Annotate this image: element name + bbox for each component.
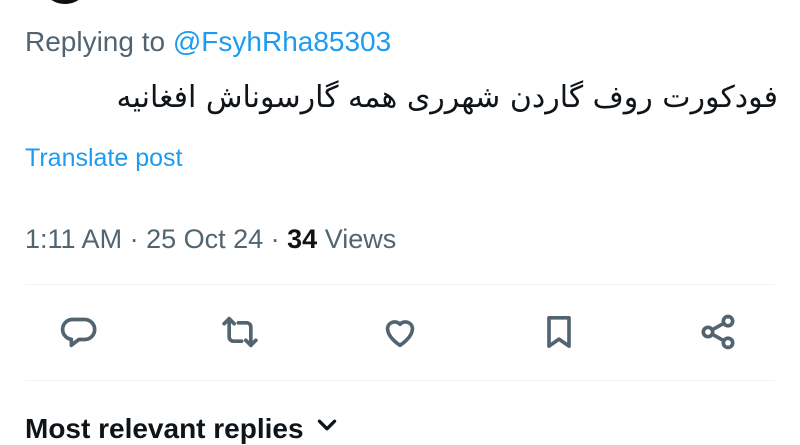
- chevron-down-icon: [314, 412, 340, 445]
- divider: [25, 380, 775, 381]
- like-button[interactable]: [376, 310, 424, 358]
- meta-separator: ·: [263, 224, 288, 254]
- divider: [25, 284, 775, 285]
- views-count: 34: [287, 224, 318, 254]
- action-bar: [0, 300, 800, 370]
- replying-to: Replying to @FsyhRha85303: [25, 26, 391, 58]
- reply-button[interactable]: [54, 310, 102, 358]
- meta-separator: ·: [122, 224, 147, 254]
- retweet-button[interactable]: [216, 310, 264, 358]
- replying-prefix: Replying to: [25, 26, 173, 57]
- reply-icon: [58, 312, 98, 357]
- replying-handle-link[interactable]: @FsyhRha85303: [173, 26, 391, 57]
- share-button[interactable]: [694, 310, 742, 358]
- share-icon: [698, 312, 738, 357]
- heart-icon: [380, 312, 420, 357]
- bookmark-icon: [539, 312, 579, 357]
- views-label: Views: [317, 224, 397, 254]
- retweet-icon: [220, 312, 260, 357]
- post-time[interactable]: 1:11 AM: [25, 224, 122, 254]
- post-date[interactable]: 25 Oct 24: [146, 224, 263, 254]
- replies-sort-dropdown[interactable]: Most relevant replies: [25, 412, 340, 445]
- replies-sort-label: Most relevant replies: [25, 412, 304, 444]
- post-meta: 1:11 AM · 25 Oct 24 · 34 Views: [25, 224, 396, 255]
- bookmark-button[interactable]: [535, 310, 583, 358]
- translate-post-link[interactable]: Translate post: [25, 144, 182, 173]
- avatar[interactable]: [40, 0, 90, 4]
- post-text: فودکورت روف گاردن شهرری همه گارسوناش افغ…: [116, 80, 778, 115]
